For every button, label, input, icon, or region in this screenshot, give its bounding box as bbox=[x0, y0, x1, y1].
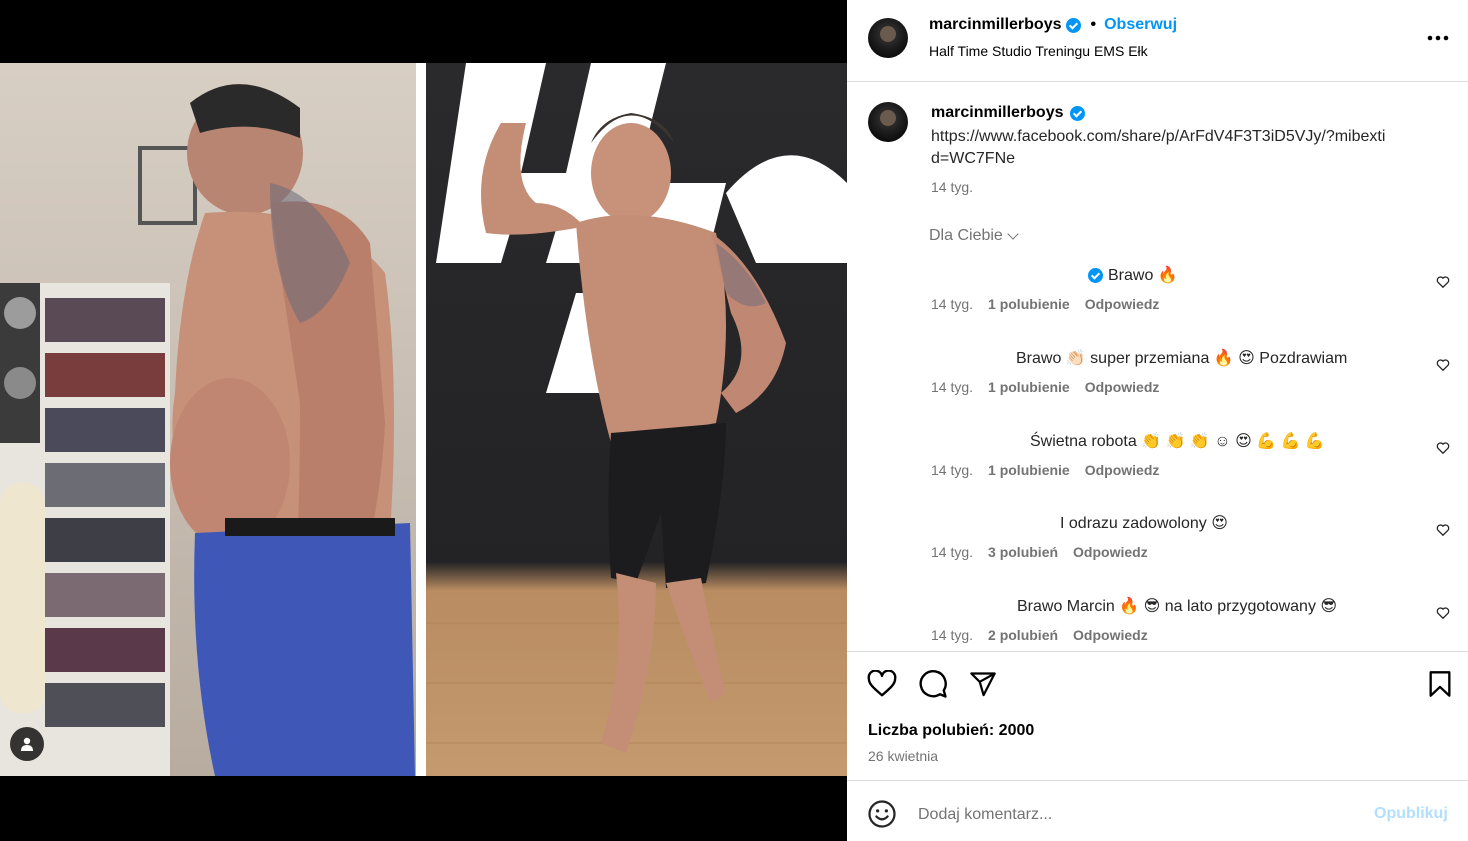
comment-timestamp[interactable]: 14 tyg. bbox=[931, 544, 973, 560]
likes-count[interactable]: Liczba polubień: 2000 bbox=[868, 722, 1034, 740]
username-link[interactable]: marcinmillerboys bbox=[929, 16, 1062, 34]
avatar[interactable] bbox=[868, 18, 908, 58]
comment-meta: 14 tyg. 1 polubienie Odpowiedz bbox=[931, 462, 1159, 478]
before-photo bbox=[0, 63, 416, 776]
comment-likes-link[interactable]: 1 polubienie bbox=[988, 462, 1070, 478]
like-button[interactable] bbox=[866, 668, 898, 700]
follow-button[interactable]: Obserwuj bbox=[1104, 16, 1177, 34]
reply-button[interactable]: Odpowiedz bbox=[1085, 379, 1160, 395]
reply-button[interactable]: Odpowiedz bbox=[1073, 627, 1148, 643]
after-photo bbox=[426, 63, 847, 776]
share-button[interactable] bbox=[967, 668, 999, 700]
publish-button[interactable]: Opublikuj bbox=[1374, 805, 1448, 823]
comment-item: Brawo 👏🏻 super przemiana 🔥 😍 Pozdrawiam … bbox=[847, 348, 1468, 428]
comment-timestamp[interactable]: 14 tyg. bbox=[931, 627, 973, 643]
comment-meta: 14 tyg. 2 polubień Odpowiedz bbox=[931, 627, 1148, 643]
comment-text: Świetna robota 👏 👏 👏 ☺ 😍 💪 💪 💪 bbox=[1030, 433, 1325, 450]
comment-text: Brawo 👏🏻 super przemiana 🔥 😍 Pozdrawiam bbox=[1016, 350, 1348, 367]
comment-text-row: Brawo 🔥 bbox=[1088, 265, 1468, 285]
post-date[interactable]: 26 kwietnia bbox=[868, 748, 938, 764]
photo-divider bbox=[416, 63, 426, 776]
post-header: marcinmillerboys • Obserwuj Half Time St… bbox=[847, 0, 1468, 82]
like-comment-icon[interactable] bbox=[1436, 358, 1450, 372]
tagged-users-button[interactable] bbox=[10, 727, 44, 761]
comment-item: Brawo 🔥 14 tyg. 1 polubienie Odpowiedz bbox=[847, 265, 1468, 345]
caption-timestamp[interactable]: 14 tyg. bbox=[931, 179, 973, 195]
more-options-button[interactable] bbox=[1425, 28, 1451, 48]
comment-item: Brawo Marcin 🔥 😎 na lato przygotowany 😎 … bbox=[847, 596, 1468, 651]
comment-button[interactable] bbox=[917, 668, 949, 700]
comment-meta: 14 tyg. 3 polubień Odpowiedz bbox=[931, 544, 1148, 560]
header-user-row: marcinmillerboys • Obserwuj bbox=[929, 16, 1177, 34]
avatar[interactable] bbox=[868, 102, 908, 142]
filter-label: Dla Ciebie bbox=[929, 227, 1003, 244]
reply-button[interactable]: Odpowiedz bbox=[1073, 544, 1148, 560]
comment-item: I odrazu zadowolony 😍 14 tyg. 3 polubień… bbox=[847, 513, 1468, 593]
before-photo-illustration bbox=[0, 84, 415, 776]
verified-badge-icon bbox=[1088, 267, 1103, 283]
comment-likes-link[interactable]: 1 polubienie bbox=[988, 379, 1070, 395]
reply-button[interactable]: Odpowiedz bbox=[1085, 462, 1160, 478]
comment-timestamp[interactable]: 14 tyg. bbox=[931, 379, 973, 395]
comment-text: Brawo 🔥 bbox=[1108, 267, 1178, 284]
comment-timestamp[interactable]: 14 tyg. bbox=[931, 462, 973, 478]
like-comment-icon[interactable] bbox=[1436, 275, 1450, 289]
comment-text: Brawo Marcin 🔥 😎 na lato przygotowany 😎 bbox=[1017, 598, 1338, 615]
emoji-icon[interactable] bbox=[867, 799, 897, 829]
comment-meta: 14 tyg. 1 polubienie Odpowiedz bbox=[931, 296, 1159, 312]
add-comment-bar: Opublikuj bbox=[847, 781, 1468, 841]
save-button[interactable] bbox=[1424, 668, 1456, 700]
comment-meta: 14 tyg. 1 polubienie Odpowiedz bbox=[931, 379, 1159, 395]
caption-link[interactable]: https://www.facebook.com/share/p/ArFdV4F… bbox=[931, 126, 1391, 170]
after-photo-illustration bbox=[426, 63, 847, 753]
user-icon bbox=[21, 737, 33, 751]
post-actions: Liczba polubień: 2000 26 kwietnia bbox=[847, 651, 1468, 781]
like-comment-icon[interactable] bbox=[1436, 606, 1450, 620]
like-comment-icon[interactable] bbox=[1436, 523, 1450, 537]
verified-badge-icon bbox=[1065, 17, 1081, 33]
comment-timestamp[interactable]: 14 tyg. bbox=[931, 296, 973, 312]
caption-user-row: marcinmillerboys bbox=[931, 104, 1085, 122]
comment-input[interactable] bbox=[918, 802, 1358, 828]
comment-bubble-icon bbox=[919, 670, 947, 698]
post-media[interactable] bbox=[0, 0, 847, 841]
comment-filter-dropdown[interactable]: Dla Ciebie bbox=[929, 227, 1019, 245]
reply-button[interactable]: Odpowiedz bbox=[1085, 296, 1160, 312]
bookmark-icon bbox=[1429, 671, 1451, 697]
post-side-panel: marcinmillerboys • Obserwuj Half Time St… bbox=[847, 0, 1468, 841]
separator-dot: • bbox=[1090, 16, 1097, 33]
username-link[interactable]: marcinmillerboys bbox=[931, 104, 1064, 122]
chevron-down-icon bbox=[1007, 227, 1019, 240]
comment-item: Świetna robota 👏 👏 👏 ☺ 😍 💪 💪 💪 14 tyg. 1… bbox=[847, 431, 1468, 511]
verified-badge-icon bbox=[1069, 105, 1085, 121]
like-comment-icon[interactable] bbox=[1436, 441, 1450, 455]
comment-likes-link[interactable]: 2 polubień bbox=[988, 627, 1058, 643]
comment-likes-link[interactable]: 3 polubień bbox=[988, 544, 1058, 560]
send-icon bbox=[970, 672, 996, 697]
more-horizontal-icon bbox=[1427, 35, 1449, 41]
comment-likes-link[interactable]: 1 polubienie bbox=[988, 296, 1070, 312]
comments-section[interactable]: marcinmillerboys https://www.facebook.co… bbox=[847, 82, 1468, 651]
location-link[interactable]: Half Time Studio Treningu EMS Ełk bbox=[929, 43, 1148, 59]
comment-text: I odrazu zadowolony 😍 bbox=[1060, 515, 1228, 532]
heart-icon bbox=[867, 670, 897, 697]
